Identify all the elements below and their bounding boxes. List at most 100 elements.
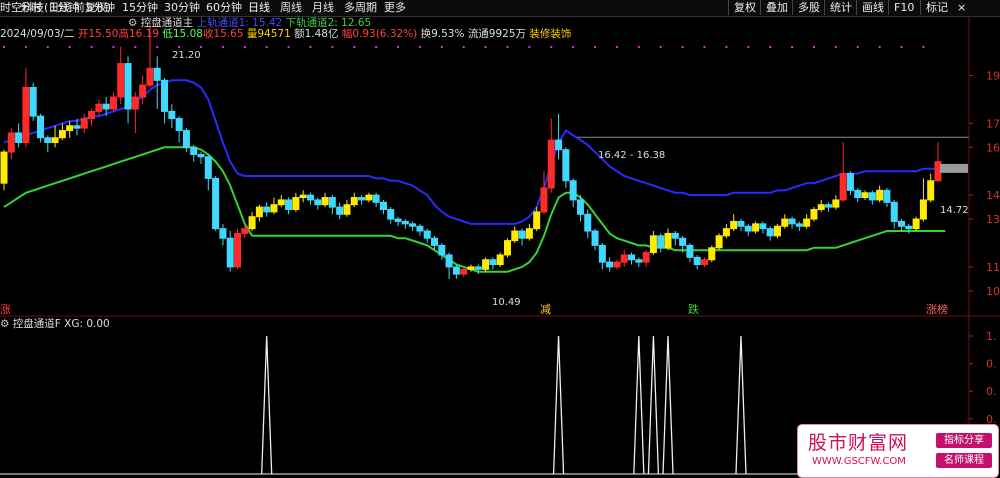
candle-body xyxy=(482,259,490,270)
candle-body xyxy=(146,67,154,86)
candle-body xyxy=(124,63,132,110)
candle-body xyxy=(102,103,110,110)
candle-body xyxy=(80,118,88,129)
quote-date: 2024/09/03/二 xyxy=(0,28,75,40)
label-die: 跌 xyxy=(688,302,699,316)
period-tab-8[interactable]: 月线 xyxy=(312,1,334,15)
signal-dot xyxy=(769,46,772,48)
signal-dot xyxy=(572,46,575,48)
candle-body xyxy=(496,254,504,266)
candle-body xyxy=(445,254,453,268)
price-tick-label: 11. xyxy=(986,261,1000,274)
toolbar-button-1[interactable]: 叠加 xyxy=(760,0,793,15)
logo-tag-share: 指标分享 xyxy=(936,433,992,448)
indicator-title: ⚙ 控盘通道主 上轨通道1: 15.42 下轨通道2: 12.65 xyxy=(128,17,371,30)
candle-body xyxy=(22,86,30,143)
candle-body xyxy=(810,209,818,220)
candle-body xyxy=(226,237,234,268)
period-tab-7[interactable]: 周线 xyxy=(280,1,302,15)
candle-body xyxy=(759,223,767,230)
candle-body xyxy=(562,149,570,182)
xg-spike xyxy=(633,335,645,475)
candle-body xyxy=(868,192,876,201)
signal-dot xyxy=(484,46,487,48)
candle-body xyxy=(613,261,621,268)
toolbar-button-0[interactable]: 复权 xyxy=(728,0,761,15)
candle-body xyxy=(664,232,672,249)
sub-panel-label: 控盘通道F XG: 0.00 xyxy=(12,318,110,330)
candle-body xyxy=(701,259,708,266)
candle-body xyxy=(285,199,293,211)
period-tab-6[interactable]: 日线 xyxy=(248,1,270,15)
period-tab-1[interactable]: 1分钟 xyxy=(50,1,79,15)
candle-body xyxy=(350,197,358,206)
signal-dot xyxy=(156,46,159,48)
quote-turnover: 换9.53% xyxy=(420,28,465,40)
close-icon[interactable]: × xyxy=(952,0,971,15)
candle-body xyxy=(248,216,256,230)
toolbar-button-5[interactable]: F10 xyxy=(888,0,919,15)
candle-body xyxy=(890,201,898,222)
candle-body xyxy=(781,218,789,227)
candle-body xyxy=(394,218,402,222)
candle-body xyxy=(898,220,906,227)
candle-body xyxy=(234,232,241,268)
channel-line-1 xyxy=(3,146,946,273)
signal-dot xyxy=(243,46,246,48)
candle-body xyxy=(358,197,366,201)
candle-body xyxy=(547,139,555,189)
candle-body xyxy=(212,177,220,230)
candle-body xyxy=(511,230,519,242)
signal-dot xyxy=(112,46,115,48)
period-tab-3[interactable]: 15分钟 xyxy=(122,1,158,15)
signal-dot xyxy=(375,46,378,48)
candle-body xyxy=(657,235,665,249)
candle-body xyxy=(409,223,417,227)
candle-body xyxy=(379,201,387,210)
candle-body xyxy=(66,125,74,132)
trough-label: 10.49 xyxy=(492,297,521,308)
price-tick-label: 13. xyxy=(986,213,1000,226)
settings-icon[interactable]: ⚙ xyxy=(128,17,137,29)
xg-spike xyxy=(647,335,660,475)
period-tab-10[interactable]: 更多 xyxy=(384,1,406,15)
candle-body xyxy=(263,206,271,213)
candle-body xyxy=(489,259,497,266)
toolbar-button-6[interactable]: 标记 xyxy=(920,0,953,15)
candle-body xyxy=(314,199,322,206)
period-tab-0[interactable]: 分时 xyxy=(20,1,42,15)
period-tab-9[interactable]: 多周期 xyxy=(344,1,377,15)
candle-body xyxy=(803,218,811,227)
candle-body xyxy=(452,266,460,275)
candle-body xyxy=(161,79,169,112)
signal-dot xyxy=(747,46,750,48)
signal-dot xyxy=(615,46,618,48)
period-tab-4[interactable]: 30分钟 xyxy=(164,1,200,15)
period-tab-2[interactable]: 5分钟 xyxy=(86,1,115,15)
candle-body xyxy=(292,197,300,211)
candle-body xyxy=(131,96,139,110)
signal-dot xyxy=(594,46,597,48)
price-tick-label: 14. xyxy=(986,189,1000,202)
signal-dot xyxy=(856,46,859,48)
toolbar-button-3[interactable]: 统计 xyxy=(824,0,857,15)
signal-dot xyxy=(791,46,794,48)
toolbar-button-2[interactable]: 多股 xyxy=(792,0,825,15)
toolbar-button-4[interactable]: 画线 xyxy=(856,0,889,15)
label-jian: 减 xyxy=(540,303,551,316)
chart-canvas[interactable]: 21.20 10.49 16.42 - 16.38 14.72 减 跌 涨榜 涨 19. 17.… xyxy=(0,0,1000,478)
candle-body xyxy=(635,259,643,263)
signal-dot xyxy=(812,46,815,48)
candle-body xyxy=(540,187,548,213)
sub-settings-icon[interactable]: ⚙ xyxy=(0,318,9,330)
candle-body xyxy=(788,218,796,225)
candle-body xyxy=(241,228,249,234)
label-left: 涨 xyxy=(0,303,11,316)
period-tab-5[interactable]: 60分钟 xyxy=(206,1,242,15)
candle-body xyxy=(0,151,8,184)
candle-body xyxy=(387,209,395,220)
signal-dot xyxy=(725,46,728,48)
signal-dot xyxy=(681,46,684,48)
signal-dot xyxy=(287,46,290,48)
candle-body xyxy=(73,125,81,129)
